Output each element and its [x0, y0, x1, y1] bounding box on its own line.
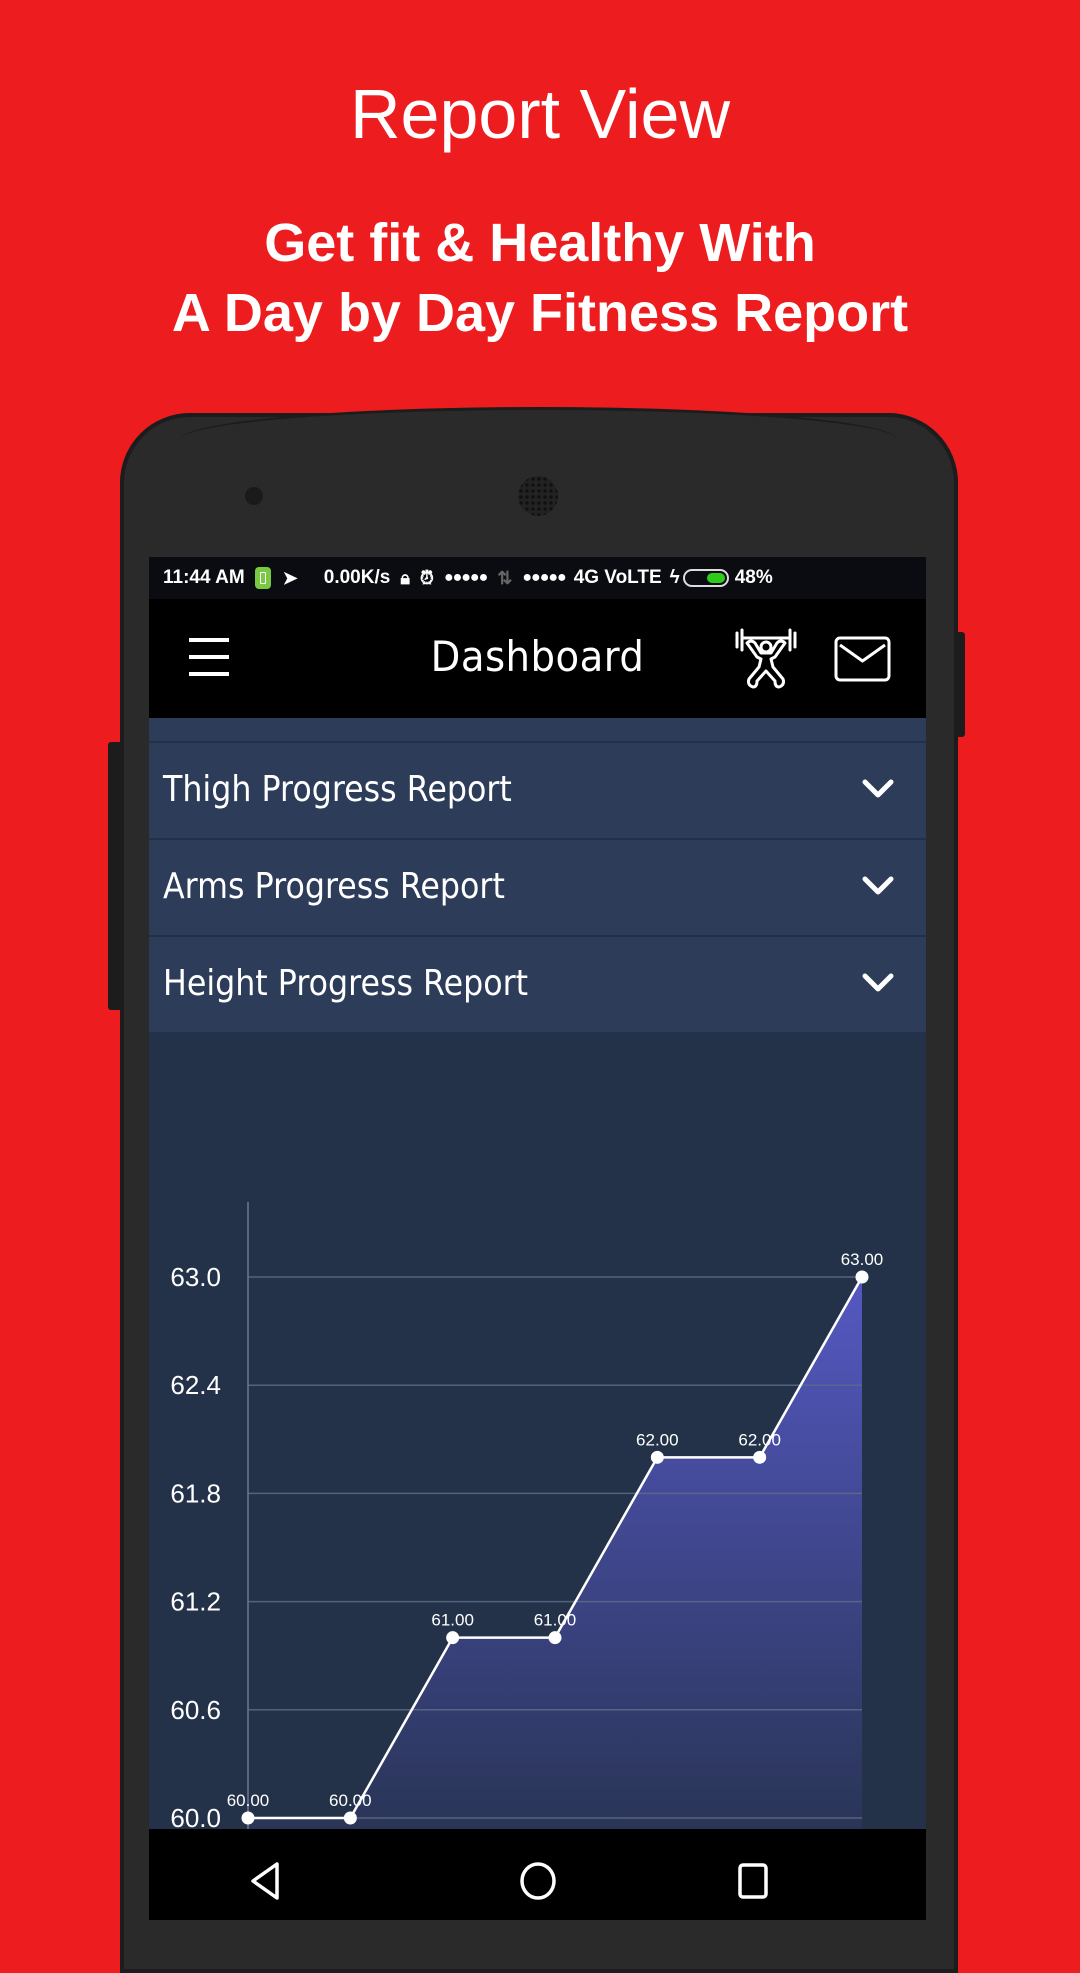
height-report-label: Height Progress Report: [163, 963, 529, 1004]
data-point: [343, 1811, 357, 1825]
report-list: Thigh Progress Report Arms Progress Repo…: [149, 718, 926, 1829]
data-point: [650, 1450, 664, 1464]
battery-saver-icon: [254, 567, 271, 589]
network-speed: 0.00K/s: [323, 567, 391, 588]
data-label: 61.00: [431, 1611, 474, 1630]
promo-subtitle-line1: Get fit & Healthy With: [264, 213, 816, 273]
front-camera: [245, 487, 263, 505]
data-point: [548, 1631, 562, 1645]
signal-sim2: ●●●●●: [522, 569, 566, 586]
home-icon[interactable]: [516, 1859, 560, 1903]
volume-button: [108, 742, 120, 1010]
promo-title: Report View: [349, 75, 730, 153]
power-button: [957, 632, 965, 737]
y-tick-label: 60.6: [170, 1695, 221, 1725]
data-label: 60.00: [227, 1791, 270, 1810]
back-icon[interactable]: [243, 1859, 287, 1903]
status-time: 11:44 AM: [163, 567, 245, 588]
signal-sim1: ●●●●●: [443, 569, 488, 586]
charging-icon: ϟ: [669, 567, 680, 588]
height-chart-panel: 60.0 60.6 61.2 61.8 62.4 63.0 60.00 60.00 61.00 6…: [149, 1032, 926, 1829]
chevron-down-icon: [862, 973, 894, 992]
weightlifter-icon[interactable]: [733, 627, 799, 691]
thigh-report-label: Thigh Progress Report: [163, 769, 512, 810]
data-label: 61.00: [534, 1611, 577, 1630]
location-arrow-icon: ➤: [282, 567, 298, 588]
network-type: 4G VoLTE: [573, 567, 662, 588]
earpiece-speaker: [518, 476, 558, 516]
y-tick-label: 61.8: [170, 1478, 221, 1508]
height-chart: 60.0 60.6 61.2 61.8 62.4 63.0 60.00 60.00 61.00 6…: [170, 1202, 884, 1829]
promo-subtitle: Get fit & Healthy With A Day by Day Fitn…: [0, 208, 1080, 348]
alarm-icon: ⏰︎: [419, 567, 434, 588]
battery-fill: [707, 573, 725, 583]
battery-percent: 48%: [734, 567, 773, 588]
y-tick-label: 62.4: [170, 1370, 221, 1400]
mail-icon[interactable]: [834, 635, 892, 683]
arms-report-row[interactable]: Arms Progress Report: [149, 840, 926, 937]
arms-report-label: Arms Progress Report: [163, 866, 505, 907]
battery-icon: [682, 569, 729, 587]
data-point: [855, 1270, 869, 1284]
system-nav-bar: [149, 1829, 926, 1920]
data-transfer-icon: ⇅: [497, 567, 513, 588]
data-point: [241, 1811, 255, 1825]
phone-screen: 11:44 AM ➤ 0.00K/s 🔒︎ ⏰︎ ●●●●● ⇅ ●●●●● 4…: [149, 557, 926, 1920]
app-header: Dashboard: [149, 599, 926, 718]
data-label: 60.00: [329, 1791, 372, 1810]
recents-icon[interactable]: [731, 1859, 775, 1903]
data-point: [446, 1631, 460, 1645]
y-tick-label: 63.0: [170, 1262, 221, 1292]
y-tick-label: 60.0: [170, 1803, 221, 1829]
area-fill: [248, 1277, 862, 1829]
status-bar: 11:44 AM ➤ 0.00K/s 🔒︎ ⏰︎ ●●●●● ⇅ ●●●●● 4…: [149, 557, 926, 599]
data-label: 62.00: [738, 1430, 781, 1449]
data-point: [753, 1450, 767, 1464]
data-label: 63.00: [841, 1250, 884, 1269]
y-tick-label: 61.2: [170, 1587, 221, 1617]
promo-subtitle-line2: A Day by Day Fitness Report: [171, 283, 909, 343]
rotation-lock-icon: 🔒︎: [400, 567, 410, 588]
partial-report-row: [149, 718, 926, 743]
height-report-row[interactable]: Height Progress Report: [149, 937, 926, 1032]
chevron-down-icon: [862, 876, 894, 895]
data-label: 62.00: [636, 1430, 679, 1449]
chevron-down-icon: [862, 779, 894, 798]
thigh-report-row[interactable]: Thigh Progress Report: [149, 743, 926, 840]
